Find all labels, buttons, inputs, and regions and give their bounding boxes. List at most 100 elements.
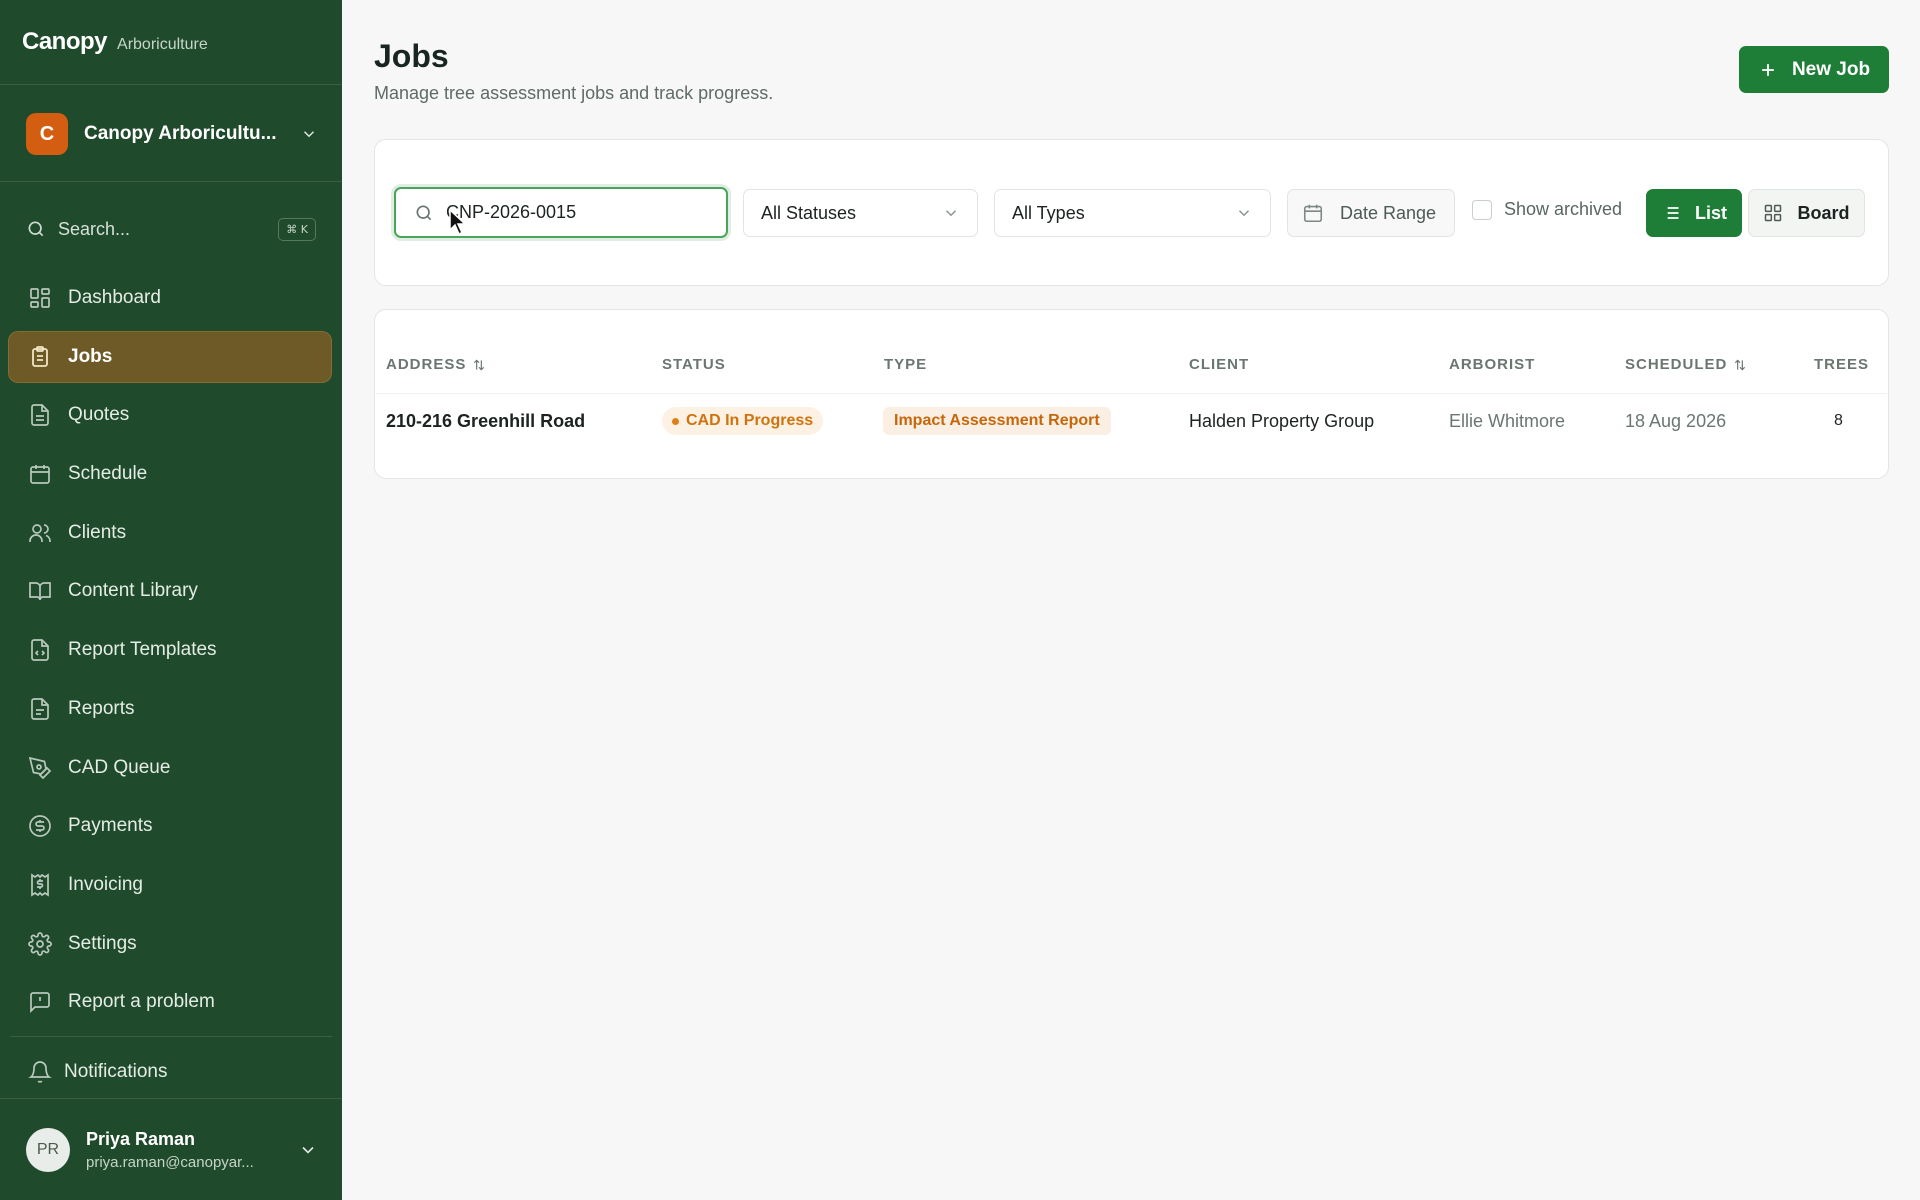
sidebar-item-report-templates[interactable]: Report Templates [8, 624, 332, 676]
dashboard-icon [28, 286, 52, 310]
sidebar-item-reports[interactable]: Reports [8, 683, 332, 735]
sidebar-nav: Dashboard Jobs Quotes Schedule Clients C… [8, 272, 332, 1035]
sidebar-item-cad-queue[interactable]: CAD Queue [8, 742, 332, 794]
calendar-icon [1302, 202, 1324, 224]
column-header-arborist: ARBORIST [1449, 356, 1535, 373]
user-email: priya.raman@canopyar... [86, 1154, 254, 1171]
brand-subtitle: Arboriculture [117, 36, 208, 53]
dollar-circle-icon [28, 814, 52, 838]
list-icon [1661, 203, 1681, 223]
row-address[interactable]: 210-216 Greenhill Road [386, 409, 585, 433]
sidebar-item-jobs[interactable]: Jobs [8, 330, 332, 383]
status-filter-value: All Statuses [761, 202, 857, 223]
type-badge: Impact Assessment Report [883, 407, 1111, 435]
new-job-button[interactable]: New Job [1739, 46, 1889, 93]
book-icon [28, 579, 52, 603]
sidebar-item-label: Quotes [68, 404, 130, 426]
show-archived-toggle[interactable]: Show archived [1472, 199, 1622, 220]
sidebar-item-label: Payments [68, 815, 153, 837]
org-name: Canopy Arboricultu... [84, 123, 277, 144]
brand[interactable]: Canopy Arboriculture [22, 28, 208, 56]
receipt-icon [28, 873, 52, 897]
date-range-button[interactable]: Date Range [1287, 189, 1455, 237]
status-filter-select[interactable]: All Statuses [743, 189, 978, 237]
calendar-icon [28, 462, 52, 486]
sort-icon [472, 358, 486, 372]
divider [0, 84, 342, 85]
search-icon [26, 219, 46, 239]
list-view-label: List [1694, 202, 1727, 223]
plus-icon [1758, 60, 1778, 80]
row-scheduled: 18 Aug 2026 [1625, 410, 1727, 431]
page-title: Jobs [374, 38, 449, 74]
sidebar-item-settings[interactable]: Settings [8, 918, 332, 970]
column-header-trees: TREES [1814, 356, 1869, 373]
column-header-type: TYPE [884, 356, 927, 373]
sidebar-item-payments[interactable]: Payments [8, 800, 332, 852]
clipboard-icon [28, 345, 52, 369]
sidebar-item-label: CAD Queue [68, 756, 171, 778]
column-header-label: STATUS [662, 356, 726, 373]
column-header-label: CLIENT [1189, 356, 1250, 373]
sidebar-item-label: Dashboard [68, 287, 161, 308]
bell-icon [28, 1060, 52, 1084]
divider [0, 1098, 342, 1099]
sidebar-item-quotes[interactable]: Quotes [8, 389, 332, 441]
file-text-icon [28, 697, 52, 721]
sidebar-item-label: Schedule [68, 463, 148, 485]
sidebar-item-clients[interactable]: Clients [8, 507, 332, 559]
sidebar-search-label: Search... [58, 218, 131, 239]
board-view-label: Board [1797, 202, 1850, 223]
column-header-address[interactable]: ADDRESS [386, 356, 486, 373]
org-avatar: C [26, 113, 68, 155]
divider [10, 1036, 332, 1037]
new-job-label: New Job [1791, 58, 1871, 80]
column-header-label: TREES [1814, 356, 1870, 373]
column-header-label: TYPE [884, 356, 928, 373]
row-trees: 8 [1834, 412, 1843, 429]
sidebar-item-schedule[interactable]: Schedule [8, 448, 332, 500]
mouse-cursor-icon [449, 208, 467, 240]
column-header-scheduled[interactable]: SCHEDULED [1625, 356, 1747, 373]
job-search-field[interactable] [394, 187, 728, 238]
sidebar-search[interactable]: Search... ⌘ K [26, 212, 316, 246]
job-search-input[interactable] [446, 202, 706, 223]
row-client: Halden Property Group [1189, 410, 1375, 431]
show-archived-label: Show archived [1504, 199, 1623, 219]
user-menu[interactable]: PR Priya Raman priya.raman@canopyar... [26, 1126, 318, 1174]
jobs-table [374, 309, 1889, 479]
column-header-label: ARBORIST [1449, 356, 1536, 373]
divider [0, 181, 342, 182]
grid-icon [1763, 203, 1783, 223]
avatar: PR [26, 1128, 70, 1172]
list-view-button[interactable]: List [1646, 189, 1742, 237]
sidebar-item-content-library[interactable]: Content Library [8, 565, 332, 617]
column-header-label: SCHEDULED [1625, 356, 1728, 373]
type-filter-value: All Types [1012, 202, 1085, 223]
users-icon [28, 521, 52, 545]
row-arborist: Ellie Whitmore [1449, 410, 1566, 431]
type-filter-select[interactable]: All Types [994, 189, 1271, 237]
board-view-button[interactable]: Board [1748, 189, 1865, 237]
sidebar-item-report-a-problem[interactable]: Report a problem [8, 976, 332, 1028]
table-header-divider [376, 393, 1887, 394]
pen-tool-icon [28, 756, 52, 780]
sort-icon [1733, 358, 1747, 372]
sidebar-item-label: Settings [68, 932, 137, 954]
document-icon [28, 403, 52, 427]
org-switcher[interactable]: C Canopy Arboricultu... [26, 112, 318, 156]
show-archived-checkbox[interactable] [1472, 199, 1492, 220]
gear-icon [28, 931, 52, 956]
chevron-down-icon [300, 125, 318, 143]
sidebar: Canopy Arboriculture C Canopy Arboricult… [0, 0, 342, 1200]
sidebar-item-dashboard[interactable]: Dashboard [8, 272, 332, 324]
chevron-down-icon [298, 1140, 318, 1160]
user-name: Priya Raman [86, 1129, 196, 1149]
notifications-button[interactable]: Notifications [28, 1052, 168, 1092]
page-subtitle: Manage tree assessment jobs and track pr… [374, 83, 774, 103]
status-badge-label: CAD In Progress [686, 412, 814, 429]
notifications-label: Notifications [64, 1061, 168, 1082]
sidebar-item-label: Report a problem [68, 991, 215, 1013]
sidebar-item-label: Reports [68, 697, 135, 719]
sidebar-item-invoicing[interactable]: Invoicing [8, 859, 332, 911]
